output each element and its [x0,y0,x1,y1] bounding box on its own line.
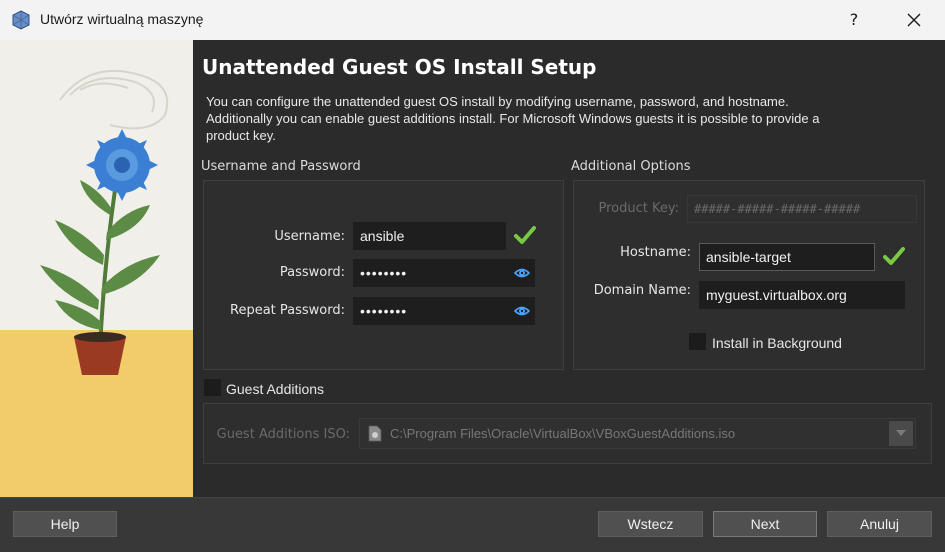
hostname-valid-check-icon [883,247,905,265]
guest-additions-checkbox[interactable] [204,379,221,396]
options-group-title: Additional Options [571,159,691,174]
guest-additions-iso-select: C:\Program Files\Oracle\VirtualBox\VBoxG… [359,418,916,449]
wizard-illustration [0,40,193,497]
page-title: Unattended Guest OS Install Setup [202,55,597,79]
page-description: You can configure the unattended guest O… [206,94,820,143]
product-key-label: Product Key: [598,201,680,216]
next-button[interactable]: Next [713,511,817,537]
guest-additions-iso-label: Guest Additions ISO: [216,427,350,442]
hostname-input[interactable]: ansible-target [699,243,875,271]
show-password-eye-icon[interactable] [514,265,530,281]
username-group-title: Username and Password [201,159,361,174]
product-key-input: #####-#####-#####-##### [687,195,917,223]
show-repeat-password-eye-icon[interactable] [514,303,530,319]
wizard-footer: Help Wstecz Next Anuluj [0,497,945,552]
username-input[interactable]: ansible [353,222,506,250]
chevron-down-icon [896,430,906,436]
domain-name-input[interactable]: myguest.virtualbox.org [699,281,905,309]
username-valid-check-icon [514,226,536,244]
title-bar: Utwórz wirtualną maszynę ? [0,0,945,40]
iso-dropdown-button [889,421,913,446]
help-icon[interactable]: ? [836,6,872,34]
guest-additions-iso-path: C:\Program Files\Oracle\VirtualBox\VBoxG… [390,426,736,441]
virtualbox-icon [12,10,30,30]
username-label: Username: [274,229,345,244]
password-label: Password: [279,265,345,280]
guest-additions-label[interactable]: Guest Additions [226,381,324,397]
back-button[interactable]: Wstecz [598,511,703,537]
repeat-password-label: Repeat Password: [230,303,345,318]
close-icon[interactable] [896,6,932,34]
domain-name-label: Domain Name: [593,283,691,298]
window-title: Utwórz wirtualną maszynę [40,11,204,27]
install-background-label[interactable]: Install in Background [712,335,842,351]
iso-file-icon [368,425,382,442]
cancel-button[interactable]: Anuluj [827,511,932,537]
password-input[interactable]: •••••••• [353,259,535,287]
repeat-password-input[interactable]: •••••••• [353,297,535,325]
help-button[interactable]: Help [13,511,117,537]
hostname-label: Hostname: [620,245,691,260]
install-background-checkbox[interactable] [689,333,706,350]
